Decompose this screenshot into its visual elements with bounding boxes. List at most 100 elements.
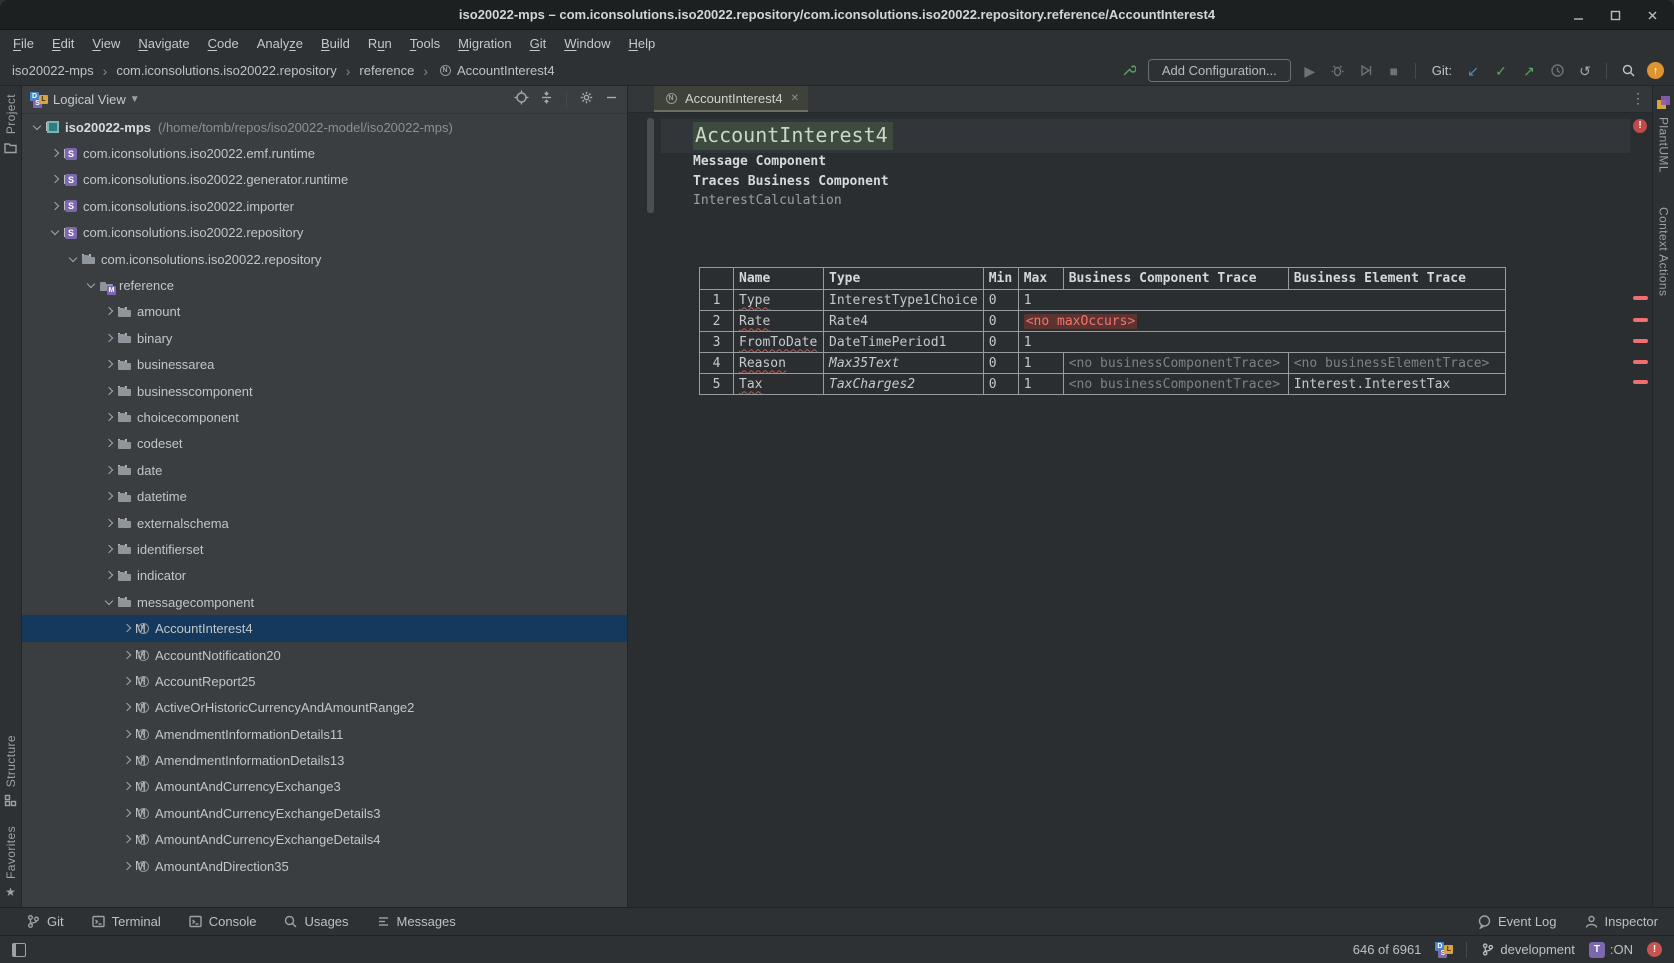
view-selector[interactable]: Logical View	[53, 92, 126, 107]
table-cell[interactable]: 1	[1018, 290, 1505, 311]
table-cell[interactable]: 0	[983, 374, 1018, 395]
menu-item[interactable]: Code	[199, 36, 248, 51]
tool-stripe-structure[interactable]: Structure	[3, 735, 18, 808]
table-cell[interactable]: 1	[700, 290, 734, 311]
tree-item[interactable]: M amount	[22, 299, 627, 325]
table-cell[interactable]: Type	[734, 290, 824, 311]
menu-item[interactable]: Run	[359, 36, 401, 51]
tree-item[interactable]: M reference	[22, 272, 627, 298]
tree-chevron-icon[interactable]	[120, 700, 135, 715]
tree-item[interactable]: M businesscomponent	[22, 378, 627, 404]
tree-item[interactable]: M businessarea	[22, 352, 627, 378]
tree-chevron-icon[interactable]	[120, 621, 135, 636]
tree-item[interactable]: M com.iconsolutions.iso20022.repository	[22, 246, 627, 272]
table-cell[interactable]: Max35Text	[824, 353, 984, 374]
table-cell[interactable]: FromToDate	[734, 332, 824, 353]
tool-stripe-plantuml[interactable]: PlantUML	[1656, 96, 1671, 173]
tree-chevron-icon[interactable]	[120, 648, 135, 663]
table-cell[interactable]: Interest.InterestTax	[1288, 374, 1505, 395]
tree-item[interactable]: M com.iconsolutions.iso20022.generator.r…	[22, 167, 627, 193]
search-icon[interactable]	[1619, 62, 1637, 80]
tree-item[interactable]: M com.iconsolutions.iso20022.repository	[22, 220, 627, 246]
table-cell[interactable]: 1	[1018, 374, 1063, 395]
tree-item[interactable]: M AmendmentInformationDetails11	[22, 721, 627, 747]
tree-item[interactable]: M messagecomponent	[22, 589, 627, 615]
tool-window-toggle-icon[interactable]	[12, 943, 26, 957]
tree-chevron-icon[interactable]	[102, 595, 117, 610]
caret-position[interactable]: 646 of 6961	[1353, 942, 1422, 957]
gear-icon[interactable]	[579, 90, 594, 110]
tree-chevron-icon[interactable]	[102, 436, 117, 451]
tree-chevron-icon[interactable]	[48, 199, 63, 214]
table-cell[interactable]: 0	[983, 332, 1018, 353]
error-stripe-mark[interactable]	[1633, 296, 1648, 300]
tree-item[interactable]: M date	[22, 457, 627, 483]
tree-chevron-icon[interactable]	[102, 331, 117, 346]
tree-chevron-icon[interactable]	[120, 727, 135, 742]
minimize-icon[interactable]	[1571, 8, 1586, 23]
git-update-icon[interactable]: ↙	[1464, 62, 1482, 80]
menu-item[interactable]: Navigate	[129, 36, 198, 51]
table-cell[interactable]: DateTimePeriod1	[824, 332, 984, 353]
tree-chevron-icon[interactable]	[120, 832, 135, 847]
tree-item[interactable]: M AmountAndDirection35	[22, 853, 627, 879]
rollback-icon[interactable]: ↺	[1576, 62, 1594, 80]
table-cell[interactable]: <no businessComponentTrace>	[1063, 374, 1288, 395]
tree-chevron-icon[interactable]	[102, 568, 117, 583]
git-commit-icon[interactable]: ✓	[1492, 62, 1510, 80]
menu-item[interactable]: Window	[555, 36, 619, 51]
tree-chevron-icon[interactable]	[102, 516, 117, 531]
editor-content[interactable]: AccountInterest4 Message Component Trace…	[628, 113, 1652, 907]
tree-item[interactable]: M codeset	[22, 431, 627, 457]
build-wrench-icon[interactable]	[1120, 62, 1138, 80]
table-cell[interactable]: 1	[1018, 332, 1505, 353]
breadcrumb-item[interactable]: iso20022-mps	[12, 63, 94, 78]
error-stripe-mark[interactable]	[1633, 318, 1648, 322]
editor-options-kebab-icon[interactable]: ⋮	[1631, 90, 1645, 107]
tree-chevron-icon[interactable]	[120, 779, 135, 794]
menu-item[interactable]: View	[83, 36, 129, 51]
menu-item[interactable]: Edit	[43, 36, 83, 51]
tree-chevron-icon[interactable]	[48, 146, 63, 161]
error-indicator-icon[interactable]: !	[1633, 119, 1647, 133]
table-cell[interactable]: 0	[983, 353, 1018, 374]
table-cell[interactable]: 0	[983, 290, 1018, 311]
tree-chevron-icon[interactable]	[84, 278, 99, 293]
tree-item[interactable]: M AccountNotification20	[22, 642, 627, 668]
tree-item[interactable]: M iso20022-mps (/home/tomb/repos/iso2002…	[22, 114, 627, 140]
tree-item[interactable]: M AmountAndCurrencyExchange3	[22, 774, 627, 800]
table-cell[interactable]: <no businessComponentTrace>	[1063, 353, 1288, 374]
tree-chevron-icon[interactable]	[120, 674, 135, 689]
tree-chevron-icon[interactable]	[30, 120, 45, 135]
menu-item[interactable]: Analyze	[248, 36, 312, 51]
tree-chevron-icon[interactable]	[120, 859, 135, 874]
update-notification-icon[interactable]: ↑	[1647, 62, 1664, 79]
tree-chevron-icon[interactable]	[102, 357, 117, 372]
table-cell[interactable]: Rate4	[824, 311, 984, 332]
table-cell[interactable]: 1	[1018, 353, 1063, 374]
tab-close-icon[interactable]: ✕	[791, 93, 799, 104]
tree-item[interactable]: M externalschema	[22, 510, 627, 536]
table-cell[interactable]: 3	[700, 332, 734, 353]
table-cell[interactable]: 4	[700, 353, 734, 374]
table-cell[interactable]: <no maxOccurs>	[1018, 311, 1505, 332]
tool-stripe-project[interactable]: Project	[3, 94, 18, 155]
tree-chevron-icon[interactable]	[102, 304, 117, 319]
tree-item[interactable]: M com.iconsolutions.iso20022.importer	[22, 193, 627, 219]
tool-window-button[interactable]: Git	[26, 914, 64, 929]
add-configuration-button[interactable]: Add Configuration...	[1148, 59, 1291, 82]
error-analysis-icon[interactable]: !	[1647, 942, 1662, 957]
tree-item[interactable]: M indicator	[22, 563, 627, 589]
menu-item[interactable]: Tools	[401, 36, 449, 51]
table-cell[interactable]: 2	[700, 311, 734, 332]
tree-item[interactable]: M AmendmentInformationDetails13	[22, 747, 627, 773]
tree-chevron-icon[interactable]	[120, 753, 135, 768]
table-cell[interactable]: Tax	[734, 374, 824, 395]
locate-icon[interactable]	[514, 90, 529, 110]
breadcrumb-item[interactable]: AccountInterest4	[414, 63, 554, 79]
maximize-icon[interactable]	[1608, 8, 1623, 23]
tree-chevron-icon[interactable]	[102, 410, 117, 425]
trace-value[interactable]: InterestCalculation	[693, 193, 842, 209]
table-cell[interactable]: 5	[700, 374, 734, 395]
tool-window-button[interactable]: Usages	[283, 914, 348, 929]
